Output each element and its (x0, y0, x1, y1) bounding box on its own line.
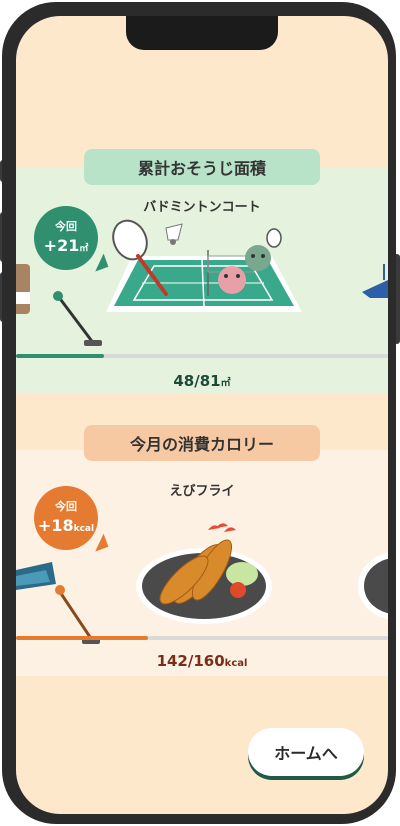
calorie-section-title: 今月の消費カロリー (84, 425, 320, 461)
partial-item-right-icon (362, 264, 388, 298)
vacuum-cleaner-icon (16, 264, 102, 346)
phone-frame: 累計おそうじ面積 バドミントンコート 今回 +21㎡ 48/81㎡ 今月の消費カ… (2, 2, 396, 824)
area-progress-total: 81 (199, 372, 221, 390)
calorie-badge-value: +18 (37, 516, 74, 535)
notch (126, 16, 278, 50)
area-section-title: 累計おそうじ面積 (84, 149, 320, 185)
calorie-badge-label: 今回 (55, 500, 77, 513)
area-progress-track (16, 354, 388, 358)
home-button[interactable]: ホームへ (248, 728, 364, 776)
area-progress-unit: ㎡ (220, 378, 231, 389)
area-progress-text: 48/81㎡ (173, 372, 231, 390)
screen: 累計おそうじ面積 バドミントンコート 今回 +21㎡ 48/81㎡ 今月の消費カ… (16, 16, 388, 814)
mop-icon (16, 562, 100, 644)
area-progress-fill (16, 354, 104, 358)
calorie-badge-value-wrap: +18kcal (34, 516, 98, 535)
partial-plate-right-icon (358, 552, 388, 620)
calorie-progress-fill (16, 636, 149, 640)
calorie-badge-unit: kcal (73, 524, 95, 534)
calorie-progress-total: 160 (193, 652, 225, 670)
fried-shrimp-plate-icon (136, 523, 272, 624)
calorie-badge: 今回 +18kcal (34, 486, 98, 550)
badminton-court-icon (106, 219, 302, 312)
calorie-progress-current: 142 (156, 652, 188, 670)
area-progress-current: 48 (173, 372, 195, 390)
calorie-progress-text: 142/160kcal (156, 652, 248, 670)
calorie-progress-track (16, 636, 388, 640)
area-badge-label: 今回 (55, 220, 77, 233)
calorie-progress-unit: kcal (224, 658, 248, 669)
